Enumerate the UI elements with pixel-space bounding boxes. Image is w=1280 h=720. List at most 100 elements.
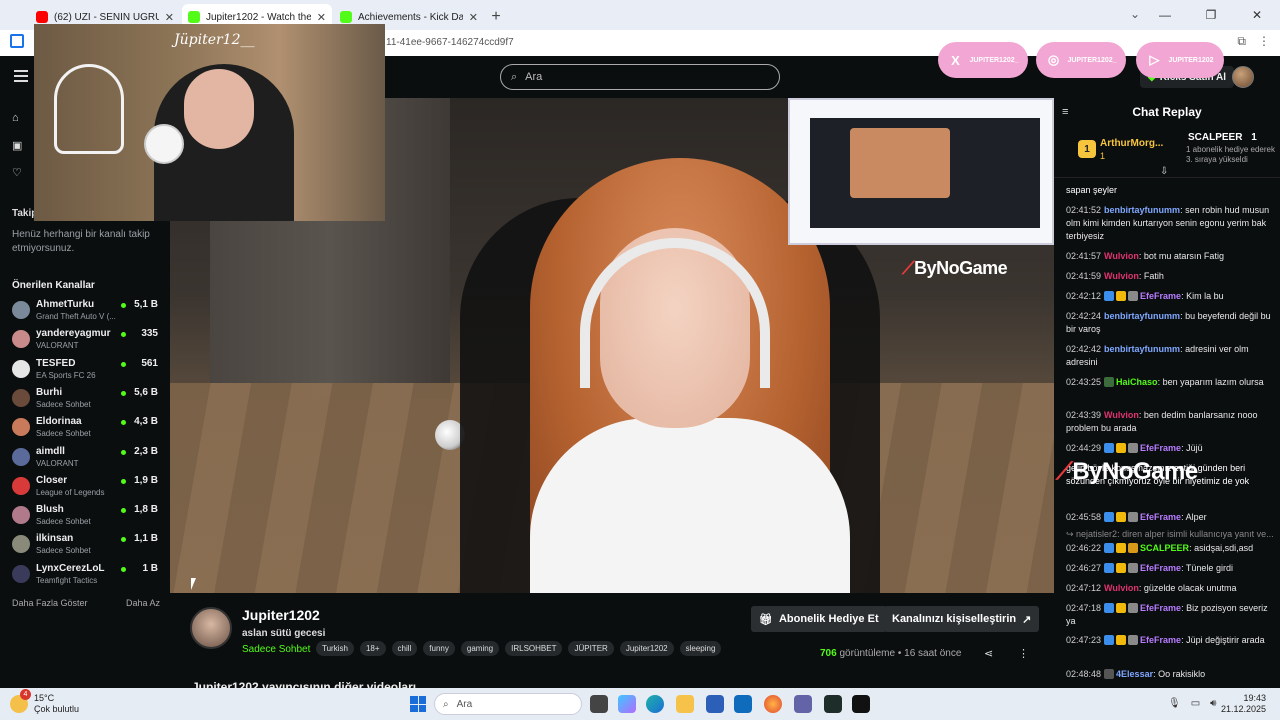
gift-user[interactable]: ArthurMorg... (1100, 138, 1163, 149)
following-heart-icon[interactable]: ♡ (12, 166, 24, 179)
sidebar-channel-item[interactable]: aimdll VALORANT 2,3 B (12, 445, 162, 471)
taskbar-search[interactable]: ⌕ Ara (434, 693, 582, 715)
message-username[interactable]: Wulvion (1104, 271, 1139, 281)
message-time: 02:47:23 (1066, 635, 1102, 645)
tag[interactable]: IRLSOHBET (505, 641, 563, 656)
message-username[interactable]: benbirtayfunumm (1104, 311, 1180, 321)
tag[interactable]: JÜPITER (568, 641, 614, 656)
screen: (62) UZI - SENIN UGRUNA FT M ✕ Jupiter12… (0, 0, 1280, 720)
avatar[interactable] (1232, 66, 1254, 88)
outlook-icon[interactable] (734, 695, 752, 713)
message-username[interactable]: EfeFrame (1140, 563, 1181, 573)
firefox-icon[interactable] (764, 695, 782, 713)
channel-avatar[interactable] (190, 607, 232, 649)
task-view-icon[interactable] (590, 695, 608, 713)
view-stats: 706 görüntüleme • 16 saat önce (820, 648, 961, 659)
show-less-link[interactable]: Daha Az (126, 598, 160, 608)
edge-icon[interactable] (646, 695, 664, 713)
youtube-favicon-icon (36, 11, 48, 23)
tag[interactable]: Turkish (316, 641, 354, 656)
message-username[interactable]: EfeFrame (1140, 291, 1181, 301)
message-username[interactable]: EfeFrame (1140, 512, 1181, 522)
store-icon[interactable] (706, 695, 724, 713)
message-username[interactable]: benbirtayfunumm (1104, 205, 1180, 215)
message-text: Alper (1185, 512, 1207, 522)
message-username[interactable]: Wulvion (1104, 583, 1139, 593)
file-explorer-icon[interactable] (676, 695, 694, 713)
message-username[interactable]: EfeFrame (1140, 635, 1181, 645)
browse-icon[interactable]: ▣ (12, 139, 24, 152)
teams-icon[interactable] (794, 695, 812, 713)
show-more-link[interactable]: Daha Fazla Göster (12, 598, 88, 608)
search-input[interactable]: ⌕ Ara (500, 64, 780, 90)
channel-category: VALORANT (36, 458, 79, 468)
tab-actions-icon[interactable] (10, 34, 24, 48)
message-username[interactable]: Wulvion (1104, 410, 1139, 420)
minimize-icon[interactable]: — (1142, 0, 1188, 30)
extensions-icon[interactable]: ⧉ (1237, 34, 1246, 49)
message-username[interactable]: SCALPEER (1140, 543, 1189, 553)
tag[interactable]: chill (391, 641, 418, 656)
channel-category: VALORANT (36, 341, 79, 351)
chat-message: 02:44:29 EfeFrame: Jüjü (1066, 442, 1276, 455)
gifter-count: 1 (1251, 132, 1257, 143)
message-username[interactable]: Wulvion (1104, 251, 1139, 261)
tag[interactable]: 18+ (359, 641, 386, 656)
customize-channel-button[interactable]: Kanalınızı kişiselleştirin ↗ (884, 606, 1040, 632)
channel-category: Sadece Sohbet (36, 517, 91, 527)
network-icon[interactable]: ▭ (1191, 698, 1200, 709)
social-x-button[interactable]: X JUPITER1202_ (938, 42, 1028, 78)
share-icon[interactable]: ⋖ (984, 647, 993, 660)
sidebar-channel-item[interactable]: Eldorinaa Sadece Sohbet 4,3 B (12, 415, 162, 441)
message-username[interactable]: EfeFrame (1140, 603, 1181, 613)
channel-name[interactable]: Jupiter1202 (242, 607, 320, 623)
message-username[interactable]: HaiChaso (1116, 377, 1158, 387)
clock[interactable]: 19:43 21.12.2025 (1214, 693, 1266, 715)
close-tab-icon[interactable]: ✕ (317, 11, 326, 24)
more-menu-icon[interactable]: ⋮ (1258, 34, 1270, 49)
microphone-icon[interactable]: 🎙︎ (1168, 698, 1181, 709)
sidebar-channel-item[interactable]: AhmetTurku Grand Theft Auto V (... 5,1 B (12, 298, 162, 324)
sidebar-channel-item[interactable]: Blush Sadece Sohbet 1,8 B (12, 503, 162, 529)
menu-icon[interactable] (14, 70, 28, 82)
stream-category[interactable]: Sadece Sohbet (242, 644, 310, 655)
chat-message: 02:41:52 benbirtayfunumm: sen robin hud m… (1066, 204, 1276, 243)
sidebar-channel-item[interactable]: Burhi Sadece Sohbet 5,6 B (12, 386, 162, 412)
sidebar-channel-item[interactable]: ilkinsan Sadece Sohbet 1,1 B (12, 532, 162, 558)
message-username[interactable]: 4Elessar (1116, 669, 1153, 679)
new-tab-button[interactable]: + (484, 4, 508, 30)
message-text: ↪ nejatisler2: diren alper isimli kullan… (1066, 529, 1274, 539)
copilot-icon[interactable] (618, 695, 636, 713)
pin-icon[interactable]: ⇩ (1160, 166, 1168, 177)
message-text: Tünele girdi (1185, 563, 1233, 573)
close-window-icon[interactable]: ✕ (1234, 0, 1280, 30)
start-button[interactable] (410, 696, 426, 712)
home-icon[interactable]: ⌂ (12, 112, 24, 124)
tag[interactable]: Jupiter1202 (619, 641, 674, 656)
message-username[interactable]: EfeFrame (1140, 443, 1181, 453)
channel-name: TESFED (36, 357, 76, 369)
sidebar-channel-item[interactable]: TESFED EA Sports FC 26 561 (12, 357, 162, 383)
tab-search-chevron-icon[interactable]: ⌄ (1130, 7, 1140, 21)
avatar (12, 564, 30, 583)
sidebar-channel-item[interactable]: yandereyagmur VALORANT 335 (12, 327, 162, 353)
social-instagram-button[interactable]: ◎ JUPITER1202_ (1036, 42, 1126, 78)
tag[interactable]: sleeping (679, 641, 722, 656)
sidebar-channel-item[interactable]: Closer League of Legends 1,9 B (12, 474, 162, 500)
maximize-icon[interactable]: ❐ (1188, 0, 1234, 30)
sidebar-channel-item[interactable]: LynxCerezLoL Teamfight Tactics 1 B (12, 562, 162, 588)
gift-sub-button[interactable]: 🎁︎ Abonelik Hediye Et (751, 606, 887, 632)
avatar (12, 359, 30, 378)
terminal-icon[interactable] (824, 695, 842, 713)
kick-app-icon[interactable] (852, 695, 870, 713)
url-text[interactable]: 11-41ee-9667-146274ccd9f7 (386, 37, 514, 48)
message-username[interactable]: benbirtayfunumm (1104, 344, 1180, 354)
social-youtube-button[interactable]: ▷ JUPITER1202 (1136, 42, 1224, 78)
close-tab-icon[interactable]: ✕ (165, 11, 174, 24)
close-tab-icon[interactable]: ✕ (469, 11, 478, 24)
tab-label: Achievements - Kick Dashboard (358, 11, 463, 23)
tag[interactable]: gaming (460, 641, 500, 656)
more-options-icon[interactable]: ⋮ (1018, 647, 1029, 660)
gifter-name[interactable]: SCALPEER 1 (1188, 132, 1257, 143)
tag[interactable]: funny (423, 641, 455, 656)
